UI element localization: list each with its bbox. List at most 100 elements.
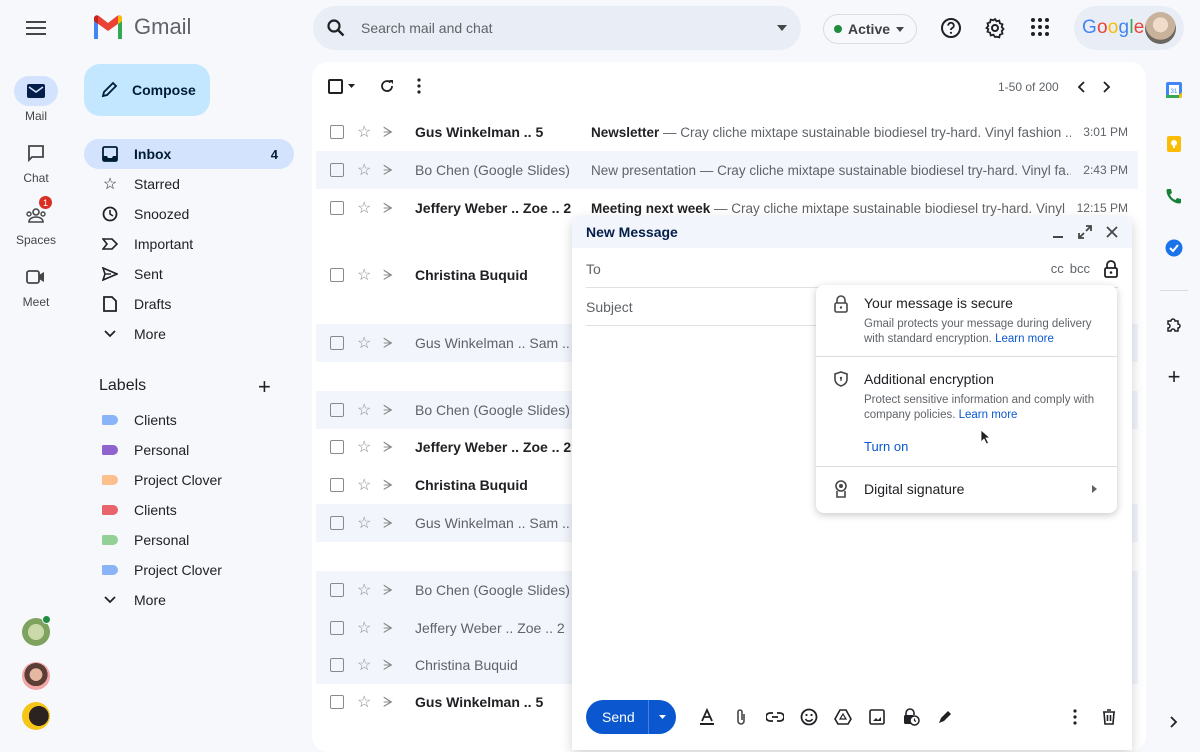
- emoji-button[interactable]: [798, 706, 820, 728]
- lock-icon[interactable]: [1104, 259, 1118, 278]
- rail-item-mail[interactable]: Mail: [12, 76, 60, 123]
- formatting-button[interactable]: [696, 706, 718, 728]
- account-button[interactable]: Google: [1074, 6, 1184, 50]
- important-icon[interactable]: ᗒ: [383, 124, 397, 141]
- email-row[interactable]: ☆ ᗒ Gus Winkelman .. 5 Newsletter — Cray …: [316, 113, 1138, 151]
- nav-item-sent[interactable]: Sent: [84, 259, 294, 289]
- important-icon[interactable]: ᗒ: [383, 200, 397, 217]
- row-checkbox[interactable]: [330, 268, 344, 282]
- tasks-app-button[interactable]: [1162, 236, 1186, 260]
- send-options-button[interactable]: [648, 700, 676, 734]
- learn-more-link[interactable]: Learn more: [959, 409, 1018, 421]
- row-checkbox[interactable]: [330, 516, 344, 530]
- add-label-button[interactable]: +: [258, 374, 271, 400]
- important-icon[interactable]: ᗒ: [383, 267, 397, 284]
- label-item[interactable]: Personal: [84, 525, 294, 555]
- row-checkbox[interactable]: [330, 478, 344, 492]
- insert-photo-button[interactable]: [866, 706, 888, 728]
- show-side-panel-button[interactable]: [1162, 710, 1186, 734]
- more-options-button[interactable]: [1064, 706, 1086, 728]
- star-icon[interactable]: ☆: [357, 692, 373, 712]
- important-icon[interactable]: ᗒ: [383, 582, 397, 599]
- minimize-icon[interactable]: [1052, 226, 1064, 238]
- nav-item-inbox[interactable]: Inbox 4: [84, 139, 294, 169]
- star-icon[interactable]: ☆: [357, 580, 373, 600]
- star-icon[interactable]: ☆: [357, 513, 373, 533]
- chat-contact-avatar[interactable]: [22, 702, 50, 730]
- main-menu-button[interactable]: [22, 16, 50, 40]
- to-field[interactable]: To cc bcc: [586, 250, 1118, 288]
- row-checkbox[interactable]: [330, 125, 344, 139]
- star-icon[interactable]: ☆: [357, 333, 373, 353]
- calendar-app-button[interactable]: 31: [1162, 78, 1186, 102]
- attach-button[interactable]: [730, 706, 752, 728]
- nav-item-snoozed[interactable]: Snoozed: [84, 199, 294, 229]
- important-icon[interactable]: ᗒ: [383, 439, 397, 456]
- row-checkbox[interactable]: [330, 403, 344, 417]
- learn-more-link[interactable]: Learn more: [995, 333, 1054, 345]
- expand-icon[interactable]: [1078, 225, 1092, 239]
- email-row[interactable]: ☆ ᗒ Bo Chen (Google Slides) New presentat…: [316, 151, 1138, 189]
- row-checkbox[interactable]: [330, 695, 344, 709]
- status-selector[interactable]: Active: [823, 14, 917, 44]
- search-options-icon[interactable]: [777, 25, 787, 31]
- star-icon[interactable]: ☆: [357, 160, 373, 180]
- row-checkbox[interactable]: [330, 163, 344, 177]
- star-icon[interactable]: ☆: [357, 198, 373, 218]
- send-button[interactable]: Send: [586, 700, 676, 734]
- search-bar[interactable]: Search mail and chat: [313, 6, 801, 50]
- label-item[interactable]: Project Clover: [84, 555, 294, 585]
- nav-item-starred[interactable]: ☆ Starred: [84, 169, 294, 199]
- nav-item-important[interactable]: Important: [84, 229, 294, 259]
- row-checkbox[interactable]: [330, 658, 344, 672]
- select-all-checkbox[interactable]: [328, 78, 355, 94]
- bcc-button[interactable]: bcc: [1070, 261, 1090, 276]
- rail-item-spaces[interactable]: 1 Spaces: [12, 196, 60, 247]
- search-input[interactable]: Search mail and chat: [361, 20, 777, 36]
- row-checkbox[interactable]: [330, 583, 344, 597]
- nav-item-more[interactable]: More: [84, 319, 294, 349]
- search-icon[interactable]: [327, 19, 345, 37]
- important-icon[interactable]: ᗒ: [383, 335, 397, 352]
- important-icon[interactable]: ᗒ: [383, 694, 397, 711]
- chat-contact-avatar[interactable]: [22, 662, 50, 690]
- row-checkbox[interactable]: [330, 201, 344, 215]
- close-icon[interactable]: [1106, 226, 1118, 238]
- star-icon[interactable]: ☆: [357, 618, 373, 638]
- rail-item-chat[interactable]: Chat: [12, 138, 60, 185]
- confidential-mode-button[interactable]: [900, 706, 922, 728]
- important-icon[interactable]: ᗒ: [383, 515, 397, 532]
- gmail-logo[interactable]: Gmail: [92, 14, 191, 40]
- star-icon[interactable]: ☆: [357, 400, 373, 420]
- important-icon[interactable]: ᗒ: [383, 402, 397, 419]
- chevron-left-icon[interactable]: [1077, 81, 1085, 93]
- insert-link-button[interactable]: [764, 706, 786, 728]
- important-icon[interactable]: ᗒ: [383, 620, 397, 637]
- refresh-icon[interactable]: [379, 78, 395, 94]
- settings-button[interactable]: [984, 17, 1006, 39]
- more-vert-icon[interactable]: [417, 78, 421, 94]
- signature-button[interactable]: [934, 706, 956, 728]
- chevron-right-icon[interactable]: [1103, 81, 1111, 93]
- compose-header[interactable]: New Message: [572, 216, 1132, 248]
- subject-input[interactable]: Subject: [586, 299, 633, 315]
- rail-item-meet[interactable]: Meet: [12, 262, 60, 309]
- label-item[interactable]: Personal: [84, 435, 294, 465]
- get-addons-button[interactable]: +: [1162, 364, 1186, 389]
- star-icon[interactable]: ☆: [357, 475, 373, 495]
- star-icon[interactable]: ☆: [357, 655, 373, 675]
- nav-item-drafts[interactable]: Drafts: [84, 289, 294, 319]
- important-icon[interactable]: ᗒ: [383, 657, 397, 674]
- digital-signature-item[interactable]: Digital signature: [816, 480, 1117, 498]
- label-item[interactable]: Clients: [84, 495, 294, 525]
- help-button[interactable]: [940, 17, 962, 39]
- label-item[interactable]: Project Clover: [84, 465, 294, 495]
- addons-button[interactable]: [1162, 313, 1186, 337]
- keep-app-button[interactable]: [1162, 132, 1186, 156]
- star-icon[interactable]: ☆: [357, 265, 373, 285]
- cc-button[interactable]: cc: [1051, 261, 1064, 276]
- important-icon[interactable]: ᗒ: [383, 162, 397, 179]
- star-icon[interactable]: ☆: [357, 437, 373, 457]
- label-item[interactable]: Clients: [84, 405, 294, 435]
- google-apps-button[interactable]: [1030, 17, 1050, 37]
